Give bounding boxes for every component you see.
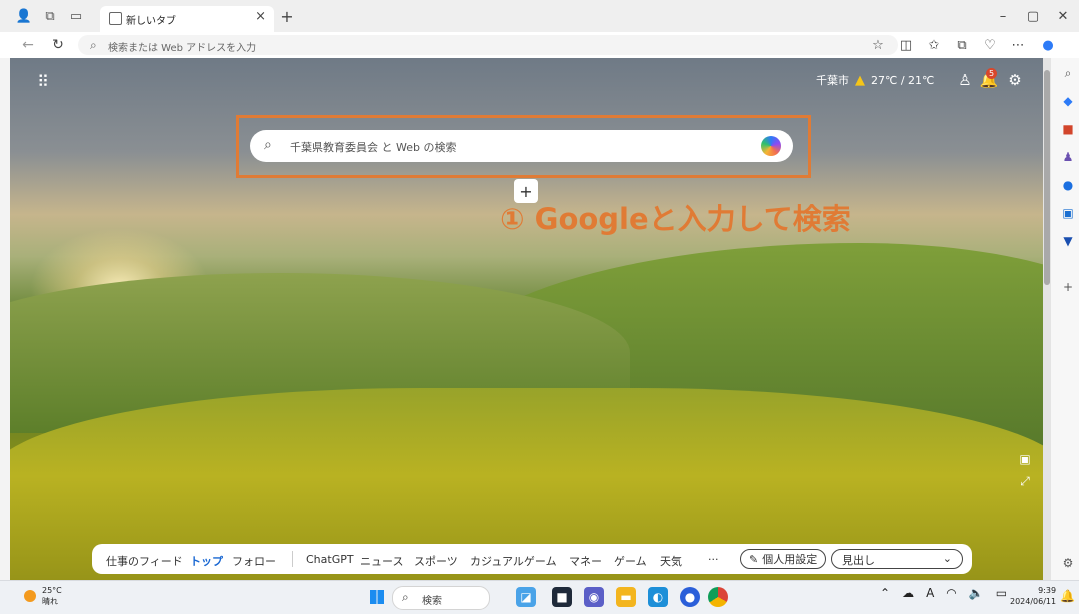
sidebar-office-icon[interactable]: ● xyxy=(1058,176,1078,194)
collections-icon[interactable]: ⧉ xyxy=(952,36,972,54)
personalize-icon: ✎ xyxy=(749,552,759,566)
weather-widget[interactable]: 千葉市 ▲ 27℃ / 21℃ xyxy=(816,72,934,88)
zoom-app-icon[interactable]: ● xyxy=(680,587,700,607)
close-button[interactable]: ✕ xyxy=(1050,6,1076,26)
tab-new-tab[interactable]: 新しいタブ × xyxy=(100,6,274,32)
tray-cloud-icon[interactable]: ☁ xyxy=(902,586,914,600)
tab-close-icon[interactable]: × xyxy=(255,9,266,24)
taskbar-search[interactable]: ⌕ 検索 xyxy=(392,586,490,610)
system-tray: ⌃ ☁ A ◠ 🔈 ▭ xyxy=(880,586,1007,600)
taskbar-weather[interactable]: 25°C 晴れ xyxy=(42,585,62,607)
sidebar-people-icon[interactable]: ♟ xyxy=(1058,148,1078,166)
clock-time: 9:39 xyxy=(1038,586,1057,595)
rewards-icon[interactable]: ♙ xyxy=(954,70,976,90)
taskbar-weather-icon[interactable] xyxy=(24,590,36,602)
windows-taskbar: 25°C 晴れ ⌕ 検索 ◪ ■ ◉ ▬ ◐ ● ⌃ ☁ A ◠ 🔈 ▭ 9:3… xyxy=(0,580,1079,614)
teams-app-icon[interactable]: ◉ xyxy=(584,587,604,607)
feed-tab[interactable]: ChatGPT xyxy=(306,553,354,566)
feed-tab[interactable]: フォロー xyxy=(232,553,276,569)
file-explorer-icon[interactable]: ▬ xyxy=(616,587,636,607)
feed-tab[interactable]: ゲーム xyxy=(614,553,647,569)
search-icon: ⌕ xyxy=(402,590,409,604)
copilot-icon[interactable]: ● xyxy=(1038,36,1058,54)
feed-tab[interactable]: スポーツ xyxy=(414,553,458,569)
web-search-input[interactable]: ⌕ 千葉県教育委員会 と Web の検索 xyxy=(250,130,793,162)
weather-city: 千葉市 xyxy=(816,74,849,87)
taskbar-search-label: 検索 xyxy=(422,596,442,607)
volume-icon[interactable]: 🔈 xyxy=(969,586,984,600)
sidebar-add-icon[interactable]: + xyxy=(1058,278,1078,296)
tab-title: 新しいタブ xyxy=(126,16,176,27)
app-launcher-icon[interactable]: ⠿ xyxy=(32,70,54,92)
sidebar-tools-icon[interactable]: ■ xyxy=(1058,120,1078,138)
address-placeholder: 検索または Web アドレスを入力 xyxy=(108,43,257,54)
more-options-icon[interactable]: ⋯ xyxy=(1008,36,1028,54)
search-icon: ⌕ xyxy=(264,137,272,153)
weather-icon: ▲ xyxy=(855,72,865,88)
notification-badge: 5 xyxy=(986,68,997,79)
title-bar: 👤 ⧉ ▭ 新しいタブ × + – ▢ ✕ xyxy=(0,0,1079,32)
sidebar-discover-icon[interactable]: ◆ xyxy=(1058,92,1078,110)
workspaces-icon[interactable]: ⧉ xyxy=(40,6,60,26)
feed-nav-bar: 仕事のフィード トップ フォロー ChatGPT ニュース スポーツ カジュアル… xyxy=(92,544,972,574)
tab-actions-icon[interactable]: ▭ xyxy=(66,6,86,26)
new-tab-button[interactable]: + xyxy=(278,7,296,26)
feed-more-button[interactable]: ··· xyxy=(708,553,719,566)
browser-essentials-icon[interactable]: ♡ xyxy=(980,36,1000,54)
chevron-down-icon: ⌄ xyxy=(942,552,952,565)
split-screen-icon[interactable]: ◫ xyxy=(896,36,916,54)
feed-divider xyxy=(292,551,293,567)
headline-select-value: 見出し xyxy=(842,554,875,567)
page-settings-icon[interactable]: ⚙ xyxy=(1004,70,1026,90)
background-image-icon[interactable]: ▣ xyxy=(1016,450,1034,468)
weather-temps: 27℃ / 21℃ xyxy=(871,73,935,87)
personalize-label: 個人用設定 xyxy=(762,553,818,566)
ime-indicator-icon[interactable]: A xyxy=(926,586,934,600)
copilot-icon[interactable] xyxy=(761,136,781,156)
scrollbar-thumb[interactable] xyxy=(1044,70,1050,285)
search-icon: ⌕ xyxy=(90,38,97,52)
favorite-star-icon[interactable]: ☆ xyxy=(868,36,888,54)
task-view-icon[interactable]: ■ xyxy=(552,587,572,607)
sidebar-search-icon[interactable]: ⌕ xyxy=(1058,64,1078,82)
wifi-icon[interactable]: ◠ xyxy=(946,586,956,600)
new-tab-favicon-icon xyxy=(109,12,122,25)
feed-tab-active[interactable]: トップ xyxy=(190,553,223,569)
address-input[interactable]: ⌕ 検索または Web アドレスを入力 xyxy=(78,35,898,55)
widgets-app-icon[interactable]: ◪ xyxy=(516,587,536,607)
personalize-button[interactable]: ✎ 個人用設定 xyxy=(740,549,827,569)
feed-tab[interactable]: 仕事のフィード xyxy=(106,553,183,569)
taskbar-clock[interactable]: 9:39 2024/06/11 xyxy=(1010,585,1056,607)
refresh-icon[interactable]: ↻ xyxy=(48,36,68,54)
feed-tab[interactable]: カジュアルゲーム xyxy=(470,553,557,569)
back-icon[interactable]: ← xyxy=(18,36,38,54)
taskbar-temp: 25°C xyxy=(42,586,62,595)
chrome-app-icon[interactable] xyxy=(708,587,728,607)
feed-tab[interactable]: マネー xyxy=(569,553,602,569)
headline-select[interactable]: 見出し ⌄ xyxy=(831,549,963,569)
sidebar-settings-icon[interactable]: ⚙ xyxy=(1058,554,1078,572)
search-placeholder: 千葉県教育委員会 と Web の検索 xyxy=(290,141,457,154)
taskbar-condition: 晴れ xyxy=(42,597,58,606)
favorites-icon[interactable]: ✩ xyxy=(924,36,944,54)
feed-tab[interactable]: 天気 xyxy=(660,553,682,569)
edge-app-icon[interactable]: ◐ xyxy=(648,587,668,607)
instruction-annotation: ① Googleと入力して検索 xyxy=(500,202,851,236)
sidebar-outlook-icon[interactable]: ▣ xyxy=(1058,204,1078,222)
battery-icon[interactable]: ▭ xyxy=(996,586,1007,600)
notification-center-icon[interactable]: 🔔 xyxy=(1060,589,1075,603)
sidebar-drop-icon[interactable]: ▼ xyxy=(1058,232,1078,250)
restore-button[interactable]: ▢ xyxy=(1020,6,1046,26)
minimize-button[interactable]: – xyxy=(990,6,1016,26)
expand-icon[interactable]: ⤢ xyxy=(1016,472,1034,490)
address-toolbar: ← ↻ ⌕ 検索または Web アドレスを入力 ☆ ◫ ✩ ⧉ ♡ ⋯ ● xyxy=(0,32,1079,58)
clock-date: 2024/06/11 xyxy=(1010,597,1057,606)
profile-icon[interactable]: 👤 xyxy=(14,6,34,26)
new-tab-page: ⠿ 千葉市 ▲ 27℃ / 21℃ ♙ 🔔 5 ⚙ ⌕ 千葉県教育委員会 と W… xyxy=(10,58,1043,580)
tray-chevron-up-icon[interactable]: ⌃ xyxy=(880,586,890,600)
feed-tab[interactable]: ニュース xyxy=(360,553,403,569)
windows-start-icon[interactable] xyxy=(370,590,384,604)
